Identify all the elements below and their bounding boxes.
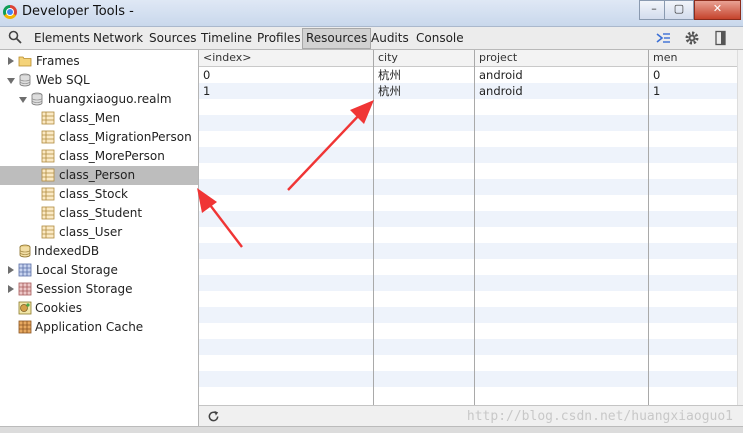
tree-item-label: Frames	[36, 54, 80, 68]
tree-item-local-storage[interactable]: Local Storage	[0, 261, 198, 280]
tree-item-label: class_Student	[59, 206, 143, 220]
tree-item-label: class_Men	[59, 111, 121, 125]
tree-item-label: class_Stock	[59, 187, 128, 201]
tree-item-table[interactable]: class_MorePerson	[0, 147, 198, 166]
refresh-icon[interactable]	[207, 410, 220, 423]
row-stripe	[199, 179, 737, 195]
tab-profiles[interactable]: Profiles	[255, 30, 303, 47]
expand-arrow-icon[interactable]	[8, 57, 14, 65]
cell-index[interactable]: 0	[199, 67, 210, 83]
gear-icon[interactable]	[684, 30, 700, 46]
tree-item-table[interactable]: class_Men	[0, 109, 198, 128]
grid-statusbar: http://blog.csdn.net/huangxiaoguo1	[199, 405, 743, 427]
column-divider[interactable]	[648, 50, 649, 405]
column-divider[interactable]	[474, 50, 475, 405]
row-stripe	[199, 243, 737, 259]
tree-item-label: Session Storage	[36, 282, 133, 296]
tree-item-database[interactable]: huangxiaoguo.realm	[0, 90, 198, 109]
tree-item-indexeddb[interactable]: IndexedDB	[0, 242, 198, 261]
devtools-toolbar: Elements Network Sources Timeline Profil…	[0, 27, 743, 50]
tree-item-cookies[interactable]: Cookies	[0, 299, 198, 318]
column-header-index[interactable]: <index>	[199, 50, 252, 66]
tree-item-session-storage[interactable]: Session Storage	[0, 280, 198, 299]
row-stripe	[199, 115, 737, 131]
tab-console[interactable]: Console	[414, 30, 466, 47]
table-icon	[41, 130, 55, 144]
storage-grid-icon	[18, 263, 32, 277]
tree-item-label: huangxiaoguo.realm	[48, 92, 172, 106]
search-icon[interactable]	[8, 30, 22, 44]
tree-item-label: class_MigrationPerson	[59, 130, 192, 144]
tree-item-label: class_Person	[59, 168, 136, 182]
tree-item-web-sql[interactable]: Web SQL	[0, 71, 198, 90]
database-icon	[19, 244, 31, 258]
tree-item-label: class_User	[59, 225, 123, 239]
cell-city[interactable]: 杭州	[374, 83, 401, 99]
maximize-button[interactable]: ▢	[664, 0, 694, 20]
tree-item-frames[interactable]: Frames	[0, 52, 198, 71]
database-icon	[31, 92, 43, 106]
cell-project[interactable]: android	[475, 83, 523, 99]
grid-header: <index> city project men	[199, 50, 737, 67]
data-grid: <index> city project men 0 杭州 android 0 …	[199, 50, 737, 405]
column-header-men[interactable]: men	[649, 50, 677, 66]
table-icon	[41, 168, 55, 182]
tree-item-label: class_MorePerson	[59, 149, 165, 163]
cell-men[interactable]: 1	[649, 83, 660, 99]
row-stripe	[199, 211, 737, 227]
row-stripe	[199, 147, 737, 163]
collapse-arrow-icon[interactable]	[7, 78, 15, 84]
column-header-project[interactable]: project	[475, 50, 517, 66]
tab-sources[interactable]: Sources	[147, 30, 198, 47]
collapse-arrow-icon[interactable]	[19, 97, 27, 103]
database-icon	[19, 73, 31, 87]
cell-city[interactable]: 杭州	[374, 67, 401, 83]
tree-item-table-selected[interactable]: class_Person	[0, 166, 198, 185]
tree-item-table[interactable]: class_MigrationPerson	[0, 128, 198, 147]
tree-item-label: Cookies	[35, 301, 82, 315]
expand-arrow-icon[interactable]	[8, 266, 14, 274]
table-icon	[41, 149, 55, 163]
column-header-city[interactable]: city	[374, 50, 398, 66]
table-icon	[41, 225, 55, 239]
cell-index[interactable]: 1	[199, 83, 210, 99]
expand-arrow-icon[interactable]	[8, 285, 14, 293]
table-icon	[41, 206, 55, 220]
dock-icon[interactable]	[713, 30, 729, 46]
tab-elements[interactable]: Elements	[32, 30, 92, 47]
grid-scrollbar[interactable]	[737, 50, 743, 405]
tree-item-label: Local Storage	[36, 263, 118, 277]
row-stripe	[199, 339, 737, 355]
tab-network[interactable]: Network	[91, 30, 145, 47]
cell-project[interactable]: android	[475, 67, 523, 83]
tree-item-label: IndexedDB	[34, 244, 100, 258]
tree-item-table[interactable]: class_Stock	[0, 185, 198, 204]
tree-item-table[interactable]: class_User	[0, 223, 198, 242]
console-drawer-icon[interactable]	[655, 30, 671, 46]
row-stripe	[199, 371, 737, 387]
column-divider[interactable]	[373, 50, 374, 405]
chrome-icon	[3, 5, 17, 19]
tab-resources[interactable]: Resources	[302, 28, 372, 49]
tree-item-label: Application Cache	[35, 320, 144, 334]
cell-men[interactable]: 0	[649, 67, 660, 83]
window-titlebar: Developer Tools - – ▢ ✕	[0, 0, 743, 27]
tree-item-label: Web SQL	[36, 73, 90, 87]
appcache-icon	[18, 320, 32, 334]
row-stripe	[199, 307, 737, 323]
table-icon	[41, 187, 55, 201]
tree-item-application-cache[interactable]: Application Cache	[0, 318, 198, 337]
watermark-text: http://blog.csdn.net/huangxiaoguo1	[466, 409, 733, 424]
close-button[interactable]: ✕	[694, 0, 741, 20]
tab-audits[interactable]: Audits	[369, 30, 411, 47]
resources-sidebar: Frames Web SQL huangxiaoguo.realm class_…	[0, 50, 199, 426]
tab-timeline[interactable]: Timeline	[199, 30, 254, 47]
cookie-icon	[18, 301, 32, 315]
storage-grid-icon	[18, 282, 32, 296]
row-stripe	[199, 275, 737, 291]
table-icon	[41, 111, 55, 125]
tree-item-table[interactable]: class_Student	[0, 204, 198, 223]
window-title: Developer Tools -	[22, 4, 134, 19]
folder-icon	[18, 56, 32, 67]
